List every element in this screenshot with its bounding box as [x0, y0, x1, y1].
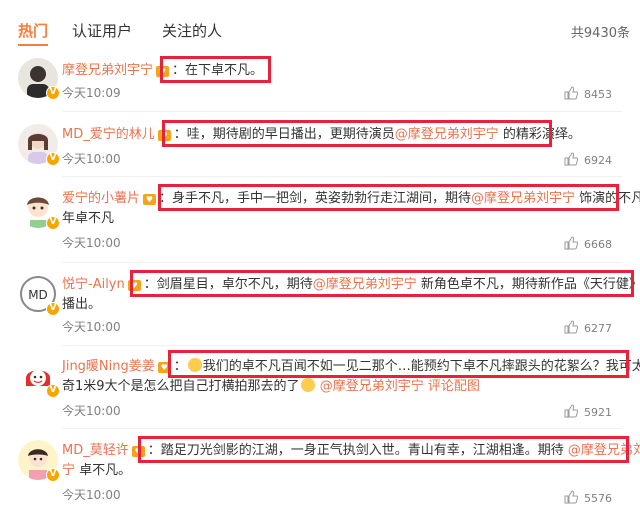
comment-tabs: 热门 认证用户 关注的人 共9430条: [0, 0, 640, 50]
thumbs-up-icon: [564, 404, 578, 418]
vip-icon: ♥: [127, 280, 141, 291]
vip-icon: ♥: [157, 130, 171, 141]
comment-image-link[interactable]: 评论配图: [428, 379, 480, 394]
like-button[interactable]: 5921: [564, 404, 612, 419]
username[interactable]: MD_莫轻许: [62, 443, 129, 458]
like-count: 5921: [584, 406, 612, 419]
like-count: 6277: [584, 322, 612, 335]
username[interactable]: MD_爱宁的林儿: [62, 127, 155, 142]
thumbs-up-icon: [564, 152, 578, 166]
divider: [62, 176, 622, 177]
divider: [62, 428, 622, 429]
vip-icon: ♥: [143, 194, 157, 205]
comment-body-continued: 奇1米9大个是怎么把自己打横拍那去的了 @摩登兄弟刘宇宁 评论配图: [62, 376, 480, 398]
verified-badge-icon: V: [46, 384, 60, 398]
comment-body: MD_莫轻许 ♥ ：踏足刀光剑影的江湖，一身正气执剑入世。青山有幸，江湖相逢。期待 …: [62, 440, 640, 462]
divider: [62, 111, 622, 112]
comment-time: 今天10:09: [62, 86, 121, 100]
comment-count: 共9430条: [570, 26, 630, 41]
like-button[interactable]: 8453: [564, 86, 612, 101]
like-count: 6668: [584, 238, 612, 251]
tab-verified-users[interactable]: 认证用户: [72, 20, 132, 41]
comment-time: 今天10:00: [62, 404, 121, 418]
mention-link-continued[interactable]: 宁: [62, 463, 75, 478]
verified-badge-icon: V: [46, 216, 60, 230]
verified-badge-icon: V: [46, 302, 60, 316]
comment-body-continued: 播出。: [62, 294, 101, 316]
mention-link[interactable]: @摩登兄弟刘宇宁: [395, 127, 499, 142]
like-button[interactable]: 6924: [564, 152, 612, 167]
comment-text: 卓不凡。: [75, 463, 132, 478]
comment-time: 今天10:00: [62, 488, 121, 502]
comment-time: 今天10:00: [62, 152, 121, 166]
mention-link[interactable]: @摩登兄弟刘宇宁: [313, 277, 417, 292]
comment-body: Jing暖Ning姜姜 ♥： 我们的卓不凡百闻不如一见二那个…能预约下卓不凡摔跟头的…: [62, 356, 640, 378]
thumbs-up-icon: [564, 86, 578, 100]
mention-link[interactable]: @摩登兄弟刘宇宁: [471, 191, 575, 206]
thumbs-up-icon: [564, 490, 578, 504]
verified-badge-icon: V: [46, 468, 60, 482]
emoji-icon: [187, 358, 202, 372]
comment-text: 的精彩演绎。: [498, 127, 581, 142]
comment-time: 今天10:00: [62, 236, 121, 250]
svg-text:MD: MD: [28, 288, 48, 302]
username[interactable]: 摩登兄弟刘宇宁: [62, 63, 153, 78]
vip-icon: ♥: [157, 362, 171, 373]
comment-body: MD_爱宁的林儿 ♥ ：哇，期待剧的早日播出，更期待演员@摩登兄弟刘宇宁 的精彩演绎…: [62, 124, 581, 146]
comment-text: ：在下卓不凡。: [172, 63, 264, 78]
comment-text: 播出。: [62, 297, 102, 312]
verified-badge-icon: V: [46, 86, 60, 100]
comment-text: 年卓不凡: [62, 211, 115, 226]
active-tab-indicator: [18, 44, 48, 46]
verified-badge-icon: V: [46, 152, 60, 166]
tab-hot[interactable]: 热门: [18, 20, 48, 41]
emoji-icon: [300, 378, 315, 392]
comment-text: ：: [173, 359, 187, 374]
comment-body-continued: 宁 卓不凡。: [62, 460, 131, 482]
mention-link[interactable]: @摩登兄弟刘宇宁: [320, 379, 424, 394]
divider: [62, 262, 622, 263]
comment-body: 摩登兄弟刘宇宁 ♥ ：在下卓不凡。: [62, 60, 263, 82]
comment-text: ：剑眉星目，卓尔不凡，期待: [143, 277, 313, 292]
username[interactable]: 爱宁的小薯片: [62, 191, 140, 206]
mention-link[interactable]: @摩登兄弟刘宇: [568, 443, 640, 458]
vip-icon: ♥: [131, 446, 145, 457]
like-count: 5576: [584, 492, 612, 505]
thumbs-up-icon: [564, 236, 578, 250]
like-count: 6924: [584, 154, 612, 167]
comment-text: ：身手不凡，手中一把剑，英姿勃勃行走江湖间，期待: [159, 191, 472, 206]
comment-text: 饰演的不凡少: [579, 191, 640, 206]
comment-text: 奇1米9大个是怎么把自己打横拍那去的了: [62, 379, 300, 394]
like-button[interactable]: 6277: [564, 320, 612, 335]
comment-body-continued: 年卓不凡: [62, 208, 114, 230]
username[interactable]: Jing暖Ning姜姜: [62, 359, 155, 374]
username[interactable]: 悦宁-Ailyn: [62, 277, 125, 292]
divider: [62, 345, 622, 346]
comment-text: 新角色卓不凡，期待新作品《天行健》早日: [420, 277, 640, 292]
comment-text: ：踏足刀光剑影的江湖，一身正气执剑入世。青山有幸，江湖相逢。期待: [147, 443, 564, 458]
vip-icon: ♥: [156, 66, 170, 77]
thumbs-up-icon: [564, 320, 578, 334]
comment-time: 今天10:00: [62, 320, 121, 334]
comment-body: 爱宁的小薯片 ♥ ：身手不凡，手中一把剑，英姿勃勃行走江湖间，期待@摩登兄弟刘宇宁 …: [62, 188, 640, 210]
tab-following[interactable]: 关注的人: [162, 20, 222, 41]
comment-text: ：哇，期待剧的早日播出，更期待演员: [173, 127, 395, 142]
like-count: 8453: [584, 88, 612, 101]
comment-text: 我们的卓不凡百闻不如一见二那个…能预约下卓不凡摔跟头的花絮么？我可太好: [202, 359, 640, 374]
comment-body: 悦宁-Ailyn ♥ ：剑眉星目，卓尔不凡，期待@摩登兄弟刘宇宁 新角色卓不凡，期待…: [62, 274, 640, 296]
like-button[interactable]: 6668: [564, 236, 612, 251]
like-button[interactable]: 5576: [564, 490, 612, 505]
